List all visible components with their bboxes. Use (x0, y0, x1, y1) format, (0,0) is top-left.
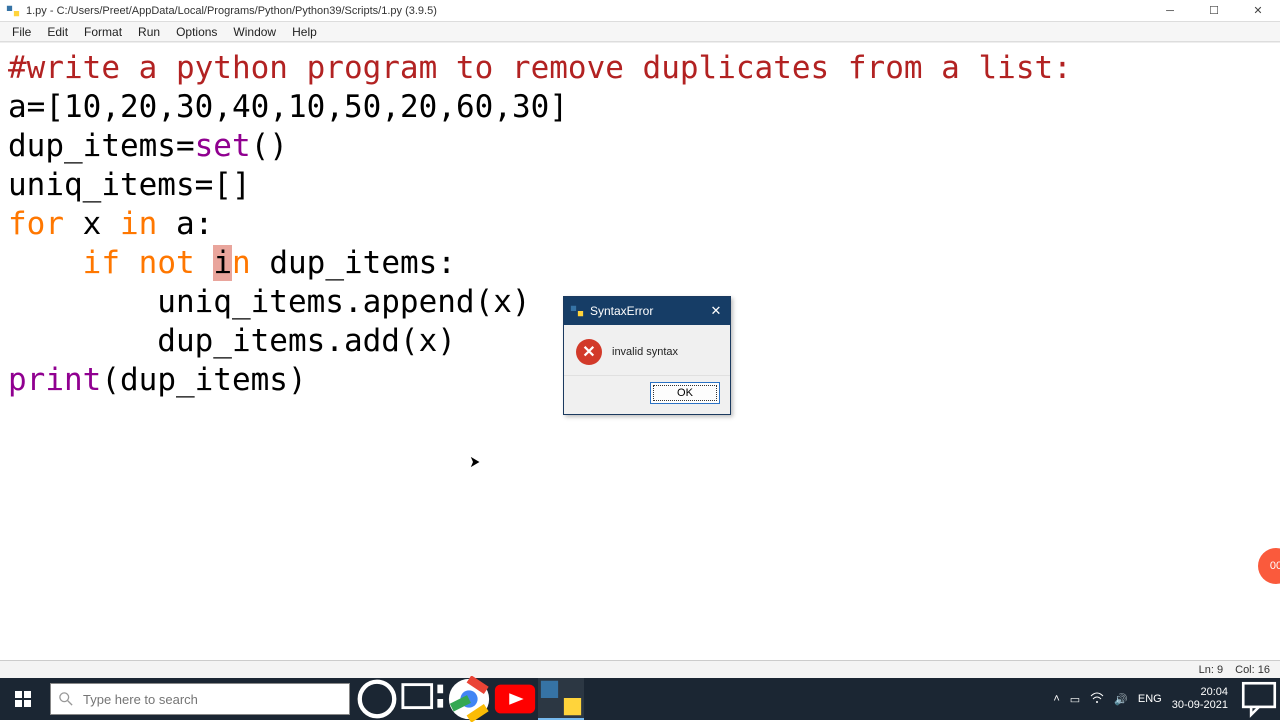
dialog-close-button[interactable]: ✕ (702, 297, 730, 325)
code-line-6: if not in dup_items: (8, 245, 456, 281)
syntax-error-dialog: SyntaxError ✕ ✕ invalid syntax OK (563, 296, 731, 415)
code-line-1: #write a python program to remove duplic… (8, 50, 1072, 86)
code-line-5: for x in a: (8, 206, 213, 242)
title-bar: 1.py - C:/Users/Preet/AppData/Local/Prog… (0, 0, 1280, 22)
menu-run[interactable]: Run (130, 23, 168, 41)
dialog-title-text: SyntaxError (590, 304, 653, 318)
taskbar-app-idle[interactable] (538, 678, 584, 720)
taskbar: ˄ ▭ 🔊 ENG 20:04 30-09-2021 (0, 678, 1280, 720)
minimize-button[interactable]: ─ (1148, 0, 1192, 22)
code-line-7: uniq_items.append(x) (8, 284, 531, 320)
code-line-3: dup_items=set() (8, 128, 288, 164)
tray-clock[interactable]: 20:04 30-09-2021 (1172, 686, 1228, 712)
taskbar-search[interactable] (50, 683, 350, 715)
taskbar-app-youtube[interactable] (492, 678, 538, 720)
dialog-message: invalid syntax (612, 346, 678, 358)
menu-format[interactable]: Format (76, 23, 130, 41)
action-center-icon[interactable] (1238, 678, 1280, 720)
tray-language[interactable]: ENG (1138, 693, 1162, 705)
task-view-icon[interactable] (400, 678, 446, 720)
menu-window[interactable]: Window (225, 23, 284, 41)
window-title: 1.py - C:/Users/Preet/AppData/Local/Prog… (26, 5, 437, 17)
maximize-button[interactable]: ☐ (1192, 0, 1236, 22)
search-input[interactable] (83, 692, 341, 707)
error-icon: ✕ (576, 339, 602, 365)
start-button[interactable] (0, 678, 46, 720)
menu-help[interactable]: Help (284, 23, 325, 41)
code-line-4: uniq_items=[] (8, 167, 251, 203)
cortana-icon[interactable] (354, 678, 400, 720)
menu-file[interactable]: File (4, 23, 39, 41)
windows-icon (15, 691, 31, 707)
idle-status-bar: Ln: 9 Col: 16 (0, 660, 1280, 678)
tray-battery-icon[interactable]: ▭ (1070, 693, 1080, 706)
syntax-error-highlight: i (213, 245, 232, 281)
menu-options[interactable]: Options (168, 23, 225, 41)
system-tray[interactable]: ˄ ▭ 🔊 ENG 20:04 30-09-2021 (1043, 686, 1238, 712)
tray-chevron-icon[interactable]: ˄ (1053, 693, 1059, 705)
menu-bar: File Edit Format Run Options Window Help (0, 22, 1280, 42)
code-line-2: a=[10,20,30,40,10,50,20,60,30] (8, 89, 568, 125)
idle-icon (6, 4, 20, 18)
tray-volume-icon[interactable]: 🔊 (1114, 693, 1128, 706)
taskbar-app-chrome[interactable] (446, 678, 492, 720)
dialog-ok-button[interactable]: OK (650, 382, 720, 404)
python-icon (570, 304, 584, 318)
menu-edit[interactable]: Edit (39, 23, 76, 41)
close-button[interactable]: ✕ (1236, 0, 1280, 22)
mouse-cursor-icon: ➤ (469, 452, 480, 472)
code-line-9: print(dup_items) (8, 362, 307, 398)
dialog-title-bar[interactable]: SyntaxError ✕ (564, 297, 730, 325)
code-line-8: dup_items.add(x) (8, 323, 456, 359)
tray-wifi-icon[interactable] (1090, 692, 1104, 707)
search-icon (59, 692, 73, 706)
